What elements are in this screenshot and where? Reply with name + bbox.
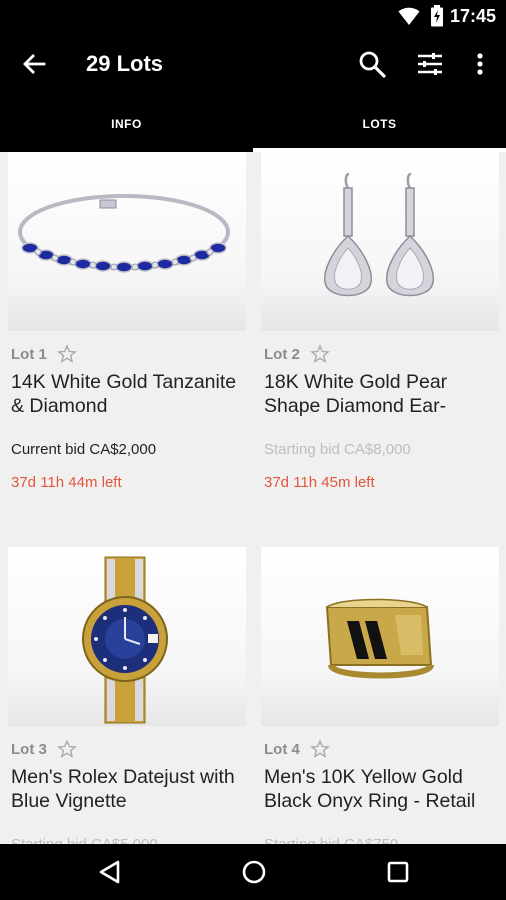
lot-bid: Current bid CA$2,000 [11,441,157,458]
nav-back-icon [99,860,120,884]
lot-image-ring [261,547,499,726]
lot-title: Men's 10K Yellow Gold Black Onyx Ring - … [264,766,476,812]
star-outline-icon[interactable] [56,739,77,759]
lot-time-left: 37d 11h 44m left [11,474,122,491]
lot-card[interactable]: Lot 4 Men's 10K Yellow Gold Black Onyx R… [261,547,499,844]
wifi-icon [398,7,420,25]
nav-home-icon [242,860,266,884]
system-nav-bar [0,844,506,900]
battery-icon [431,5,443,27]
filter-button[interactable] [414,48,446,80]
nav-recents-button[interactable] [380,854,416,890]
lot-image-earrings [261,152,499,331]
lot-card[interactable]: Lot 3 Men's Rolex Datejust with Blue Vig… [8,547,246,844]
lot-title: 14K White Gold Tanzanite & Diamond [11,371,237,417]
nav-recents-icon [387,861,409,883]
tab-bar: INFO LOTS [0,96,506,152]
search-icon [359,51,386,78]
lot-card[interactable]: Lot 1 14K White Gold Tanzanite & Diamond… [8,152,246,520]
tab-info[interactable]: INFO [0,96,253,152]
tab-lots[interactable]: LOTS [253,96,506,152]
more-options-button[interactable] [464,48,496,80]
lot-title: 18K White Gold Pear Shape Diamond Ear- [264,371,448,417]
app-bar: 29 Lots [0,32,506,96]
lot-title: Men's Rolex Datejust with Blue Vignette [11,766,235,812]
lot-image-bracelet [8,152,246,331]
lot-card[interactable]: Lot 2 18K White Gold Pear Shape Diamond … [261,152,499,520]
star-outline-icon[interactable] [56,344,77,364]
lot-number: Lot 4 [264,740,300,758]
lot-number: Lot 1 [11,345,47,363]
lot-header: Lot 4 [264,739,330,759]
lot-header: Lot 3 [11,739,77,759]
more-vert-icon [477,53,483,75]
star-outline-icon[interactable] [309,344,330,364]
nav-home-button[interactable] [236,854,272,890]
page-title: 29 Lots [86,51,164,76]
filter-icon [418,53,442,75]
lot-header: Lot 1 [11,344,77,364]
lot-bid: Starting bid CA$8,000 [264,441,411,458]
nav-back-button[interactable] [92,854,128,890]
lot-number: Lot 2 [264,345,300,363]
status-time: 17:45 [449,6,496,26]
search-button[interactable] [356,48,388,80]
lot-bid: Starting bid CA$5,000 [11,836,158,844]
back-button[interactable] [18,48,50,80]
status-bar: 17:45 [0,0,506,32]
lot-bid: Starting bid CA$750 [264,836,398,844]
lot-header: Lot 2 [264,344,330,364]
star-outline-icon[interactable] [309,739,330,759]
lot-image-watch [8,547,246,726]
lots-grid: Lot 1 14K White Gold Tanzanite & Diamond… [0,152,506,844]
status-icons [398,5,444,27]
lot-number: Lot 3 [11,740,47,758]
lot-time-left: 37d 11h 45m left [264,474,375,491]
back-arrow-icon [23,54,46,74]
